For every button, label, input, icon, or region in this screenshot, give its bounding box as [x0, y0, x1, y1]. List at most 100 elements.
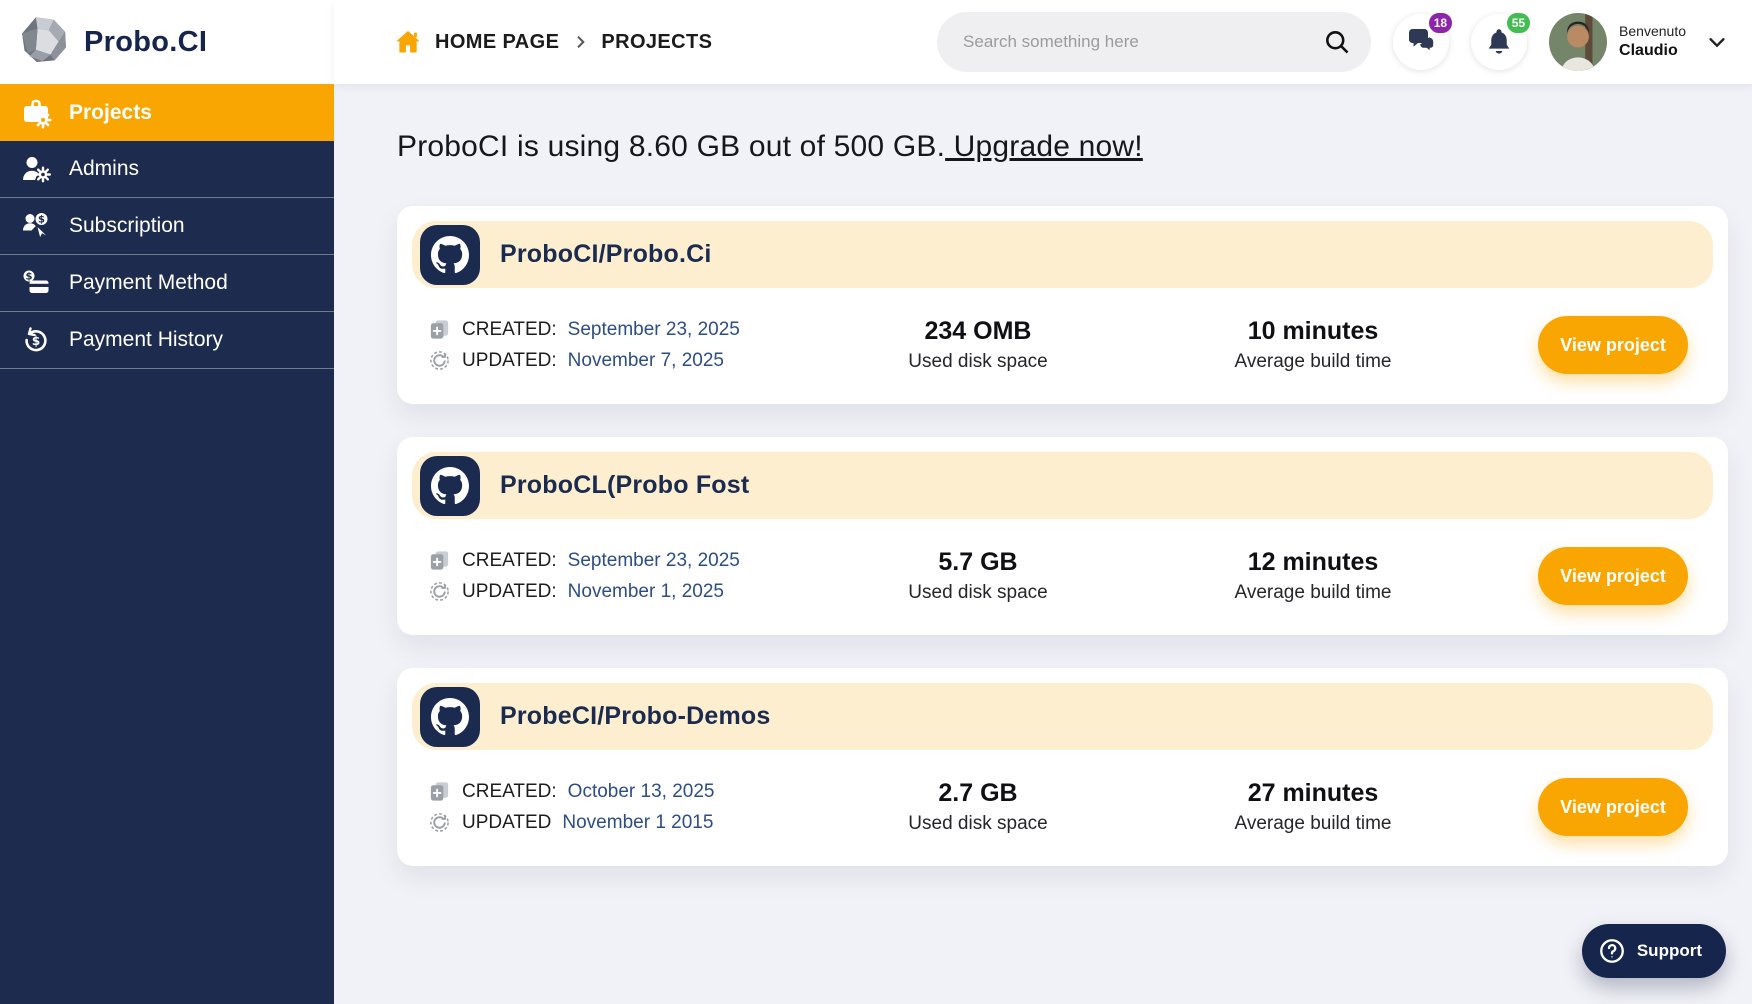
- created-label: CREATED:: [462, 780, 557, 802]
- search-input[interactable]: [963, 32, 1312, 52]
- build-time-stat: 10 minutes Average build time: [1148, 317, 1478, 373]
- github-icon: [420, 686, 480, 747]
- updated-date: November 1 2015: [562, 811, 714, 833]
- project-banner: ProboCI/Probo.Ci: [412, 221, 1713, 288]
- updated-line: UPDATED: November 7, 2025: [428, 349, 848, 372]
- sidebar-item-label: Admins: [69, 157, 140, 180]
- sidebar-item-payment-method[interactable]: $ Payment Method: [0, 255, 334, 312]
- notifications-button[interactable]: 55: [1471, 11, 1533, 70]
- chevron-down-icon: [1706, 31, 1728, 53]
- disk-space-label: Used disk space: [908, 813, 1048, 834]
- subscription-icon: $: [20, 210, 52, 242]
- created-copy-icon: [428, 780, 451, 803]
- github-icon: [420, 224, 480, 285]
- admin-user-gear-icon: [20, 153, 52, 185]
- updated-refresh-icon: [428, 349, 451, 372]
- usage-text: ProboCI is using 8.60 GB out of 500 GB.: [397, 130, 946, 163]
- user-name: Claudio: [1619, 41, 1678, 59]
- build-time-label: Average build time: [1234, 582, 1392, 603]
- breadcrumb: HOME PAGE PROJECTS: [394, 28, 712, 56]
- created-label: CREATED:: [462, 549, 557, 571]
- payment-history-icon: $: [20, 324, 52, 356]
- sidebar-item-payment-history[interactable]: $ Payment History: [0, 312, 334, 369]
- disk-space-label: Used disk space: [908, 582, 1048, 603]
- home-icon[interactable]: [394, 28, 422, 56]
- created-copy-icon: [428, 549, 451, 572]
- build-time-stat: 27 minutes Average build time: [1148, 779, 1478, 835]
- project-card-list: ProboCI/Probo.Ci CREATED: September 23, …: [397, 206, 1728, 866]
- project-meta: CREATED: September 23, 2025 UPDATED: Nov…: [428, 310, 848, 380]
- search-icon[interactable]: [1323, 28, 1351, 56]
- view-project-button[interactable]: View project: [1538, 316, 1688, 374]
- sidebar-item-label: Payment Method: [69, 271, 228, 294]
- disk-space-stat: 5.7 GB Used disk space: [848, 548, 1108, 604]
- created-date: October 13, 2025: [567, 780, 715, 802]
- messages-badge: 18: [1426, 11, 1455, 35]
- created-line: CREATED: September 23, 2025: [428, 549, 848, 572]
- project-banner: ProboCL(Probo Fost: [412, 452, 1713, 519]
- disk-space-value: 5.7 GB: [938, 548, 1018, 576]
- view-project-button[interactable]: View project: [1538, 778, 1688, 836]
- user-menu[interactable]: Benvenuto Claudio: [1549, 13, 1728, 71]
- payment-card-icon: $: [20, 267, 52, 299]
- created-copy-icon: [428, 318, 451, 341]
- project-meta: CREATED: September 23, 2025 UPDATED: Nov…: [428, 541, 848, 611]
- project-meta: CREATED: October 13, 2025 UPDATED Novemb…: [428, 772, 848, 842]
- created-line: CREATED: September 23, 2025: [428, 318, 848, 341]
- notifications-badge: 55: [1504, 11, 1533, 35]
- user-greeting: Benvenuto: [1619, 23, 1686, 40]
- app-logo[interactable]: Probo.CI: [0, 0, 334, 84]
- avatar: [1549, 13, 1608, 71]
- search-bar: [937, 12, 1372, 72]
- build-time-label: Average build time: [1234, 813, 1392, 834]
- updated-label: UPDATED:: [462, 580, 557, 602]
- project-details-row: CREATED: October 13, 2025 UPDATED Novemb…: [412, 750, 1713, 864]
- disk-space-value: 234 OMB: [924, 317, 1032, 345]
- main-area: ProboCI is using 8.60 GB out of 500 GB. …: [334, 84, 1752, 1004]
- sidebar-nav: Projects Admins $ Subscription $ Payment…: [0, 84, 334, 369]
- project-banner: ProbeCI/Probo-Demos: [412, 683, 1713, 750]
- messages-button[interactable]: 18: [1393, 11, 1455, 70]
- build-time-value: 12 minutes: [1247, 548, 1379, 576]
- updated-date: November 1, 2025: [567, 580, 724, 602]
- sidebar-item-label: Subscription: [69, 214, 185, 237]
- app-title: Probo.CI: [84, 25, 208, 58]
- view-project-button[interactable]: View project: [1538, 547, 1688, 605]
- breadcrumb-chevron-icon: [572, 34, 588, 50]
- project-details-row: CREATED: September 23, 2025 UPDATED: Nov…: [412, 288, 1713, 402]
- build-time-value: 10 minutes: [1247, 317, 1379, 345]
- usage-heading: ProboCI is using 8.60 GB out of 500 GB. …: [397, 130, 1728, 164]
- sidebar-item-projects[interactable]: Projects: [0, 84, 334, 141]
- sidebar-item-subscription[interactable]: $ Subscription: [0, 198, 334, 255]
- svg-text:$: $: [32, 334, 40, 348]
- updated-refresh-icon: [428, 580, 451, 603]
- updated-label: UPDATED: [462, 811, 552, 833]
- project-card: ProboCI/Probo.Ci CREATED: September 23, …: [397, 206, 1728, 404]
- updated-refresh-icon: [428, 811, 451, 834]
- updated-date: November 7, 2025: [567, 349, 724, 371]
- build-time-stat: 12 minutes Average build time: [1148, 548, 1478, 604]
- project-details-row: CREATED: September 23, 2025 UPDATED: Nov…: [412, 519, 1713, 633]
- sidebar-item-label: Projects: [69, 100, 152, 124]
- project-title: ProboCI/Probo.Ci: [500, 240, 712, 268]
- logo-gem-icon: [18, 14, 70, 71]
- project-card: ProboCL(Probo Fost CREATED: September 23…: [397, 437, 1728, 635]
- build-time-label: Average build time: [1234, 351, 1392, 372]
- upgrade-link[interactable]: Upgrade now!: [945, 130, 1143, 163]
- breadcrumb-home[interactable]: HOME PAGE: [435, 31, 559, 54]
- created-line: CREATED: October 13, 2025: [428, 780, 848, 803]
- project-title: ProbeCI/Probo-Demos: [500, 702, 771, 730]
- updated-line: UPDATED: November 1, 2025: [428, 580, 848, 603]
- created-date: September 23, 2025: [567, 318, 740, 340]
- content-column: HOME PAGE PROJECTS Search something here…: [334, 0, 1752, 1004]
- project-card: ProbeCI/Probo-Demos CREATED: October 13,…: [397, 668, 1728, 866]
- user-texts: Benvenuto Claudio: [1619, 23, 1686, 61]
- top-header: HOME PAGE PROJECTS Search something here…: [334, 0, 1752, 84]
- disk-space-stat: 2.7 GB Used disk space: [848, 779, 1108, 835]
- question-circle-icon: [1598, 937, 1626, 965]
- svg-text:$: $: [38, 215, 45, 226]
- github-icon: [420, 455, 480, 516]
- sidebar-item-admins[interactable]: Admins: [0, 141, 334, 198]
- support-button[interactable]: Support: [1581, 924, 1726, 978]
- sidebar: Probo.CI Projects Admins $ Subscription …: [0, 0, 334, 1004]
